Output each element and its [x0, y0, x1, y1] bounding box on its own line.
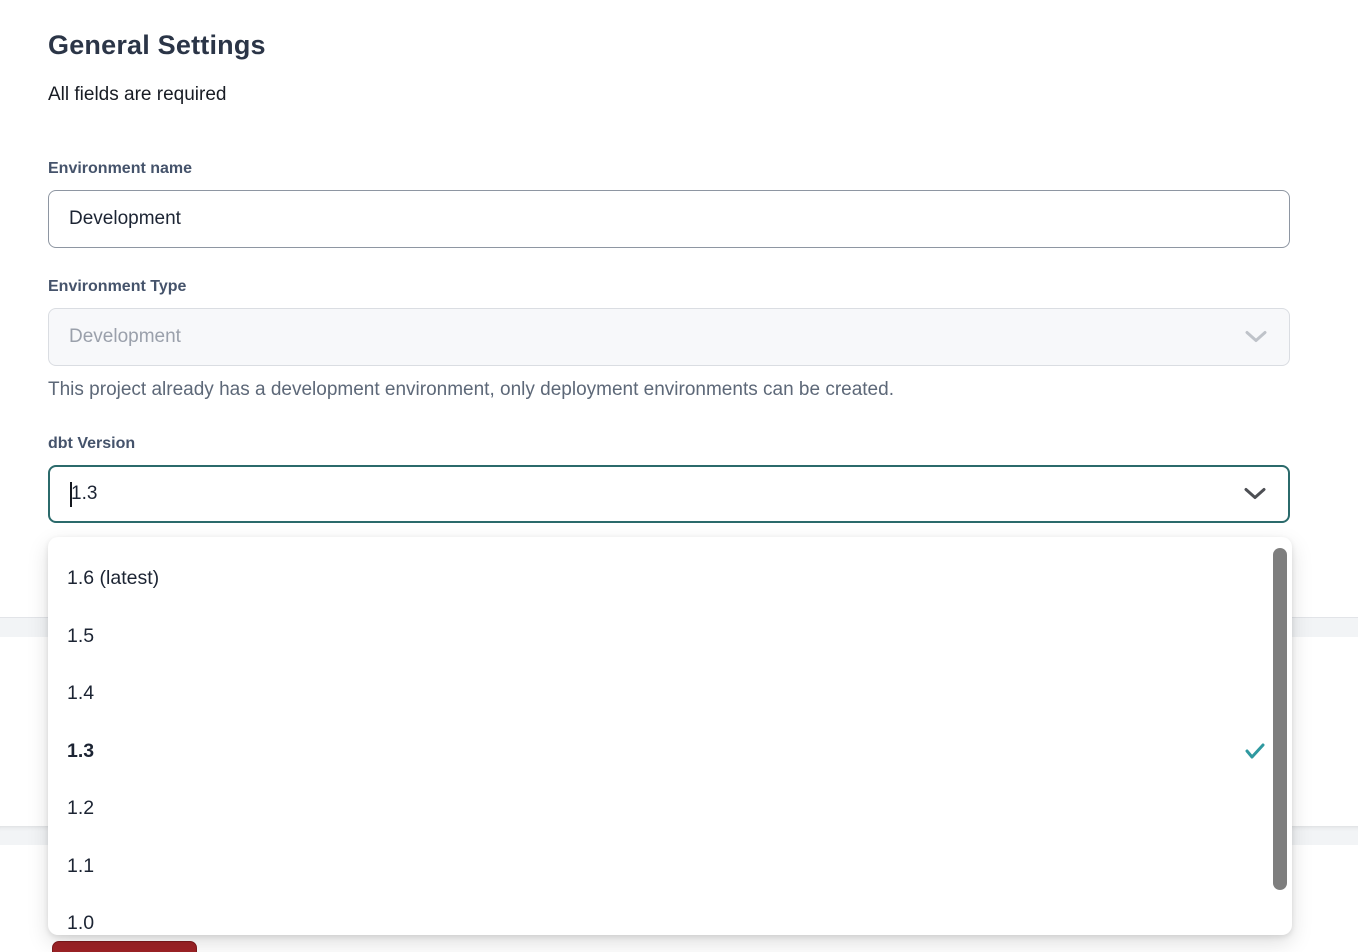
- dbt-version-combobox[interactable]: 1.3: [48, 465, 1290, 523]
- dropdown-option-selected[interactable]: 1.3: [48, 723, 1292, 781]
- chevron-down-icon[interactable]: [1244, 488, 1266, 501]
- option-label: 1.5: [67, 625, 94, 648]
- dropdown-scrollbar-thumb[interactable]: [1273, 548, 1287, 890]
- environment-settings-page: General Settings All fields are required…: [0, 0, 1358, 952]
- option-label: 1.3: [67, 740, 94, 763]
- option-label: 1.0: [67, 912, 94, 935]
- environment-type-label: Environment Type: [48, 278, 186, 296]
- page-title: General Settings: [48, 30, 266, 61]
- dbt-version-label: dbt Version: [48, 435, 135, 453]
- dropdown-option[interactable]: 1.0: [48, 895, 1292, 935]
- option-label: 1.6 (latest): [67, 567, 159, 590]
- dbt-version-dropdown-menu: 1.6 (latest) 1.5 1.4 1.3 1.2 1.1 1.0: [48, 537, 1292, 935]
- environment-type-select: Development: [48, 308, 1290, 366]
- option-label: 1.1: [67, 855, 94, 878]
- option-label: 1.4: [67, 682, 94, 705]
- page-subtitle: All fields are required: [48, 84, 226, 106]
- dropdown-option[interactable]: 1.4: [48, 665, 1292, 723]
- dbt-version-value: 1.3: [71, 483, 97, 505]
- check-icon: [1244, 741, 1266, 761]
- environment-type-value: Development: [69, 326, 181, 348]
- dropdown-option[interactable]: 1.2: [48, 780, 1292, 838]
- dropdown-option[interactable]: 1.5: [48, 608, 1292, 666]
- option-label: 1.2: [67, 797, 94, 820]
- chevron-down-icon: [1245, 331, 1267, 344]
- environment-type-helper-text: This project already has a development e…: [48, 379, 894, 401]
- dropdown-option[interactable]: 1.1: [48, 838, 1292, 896]
- dropdown-option[interactable]: 1.6 (latest): [48, 550, 1292, 608]
- environment-name-input[interactable]: [48, 190, 1290, 248]
- environment-name-label: Environment name: [48, 160, 192, 178]
